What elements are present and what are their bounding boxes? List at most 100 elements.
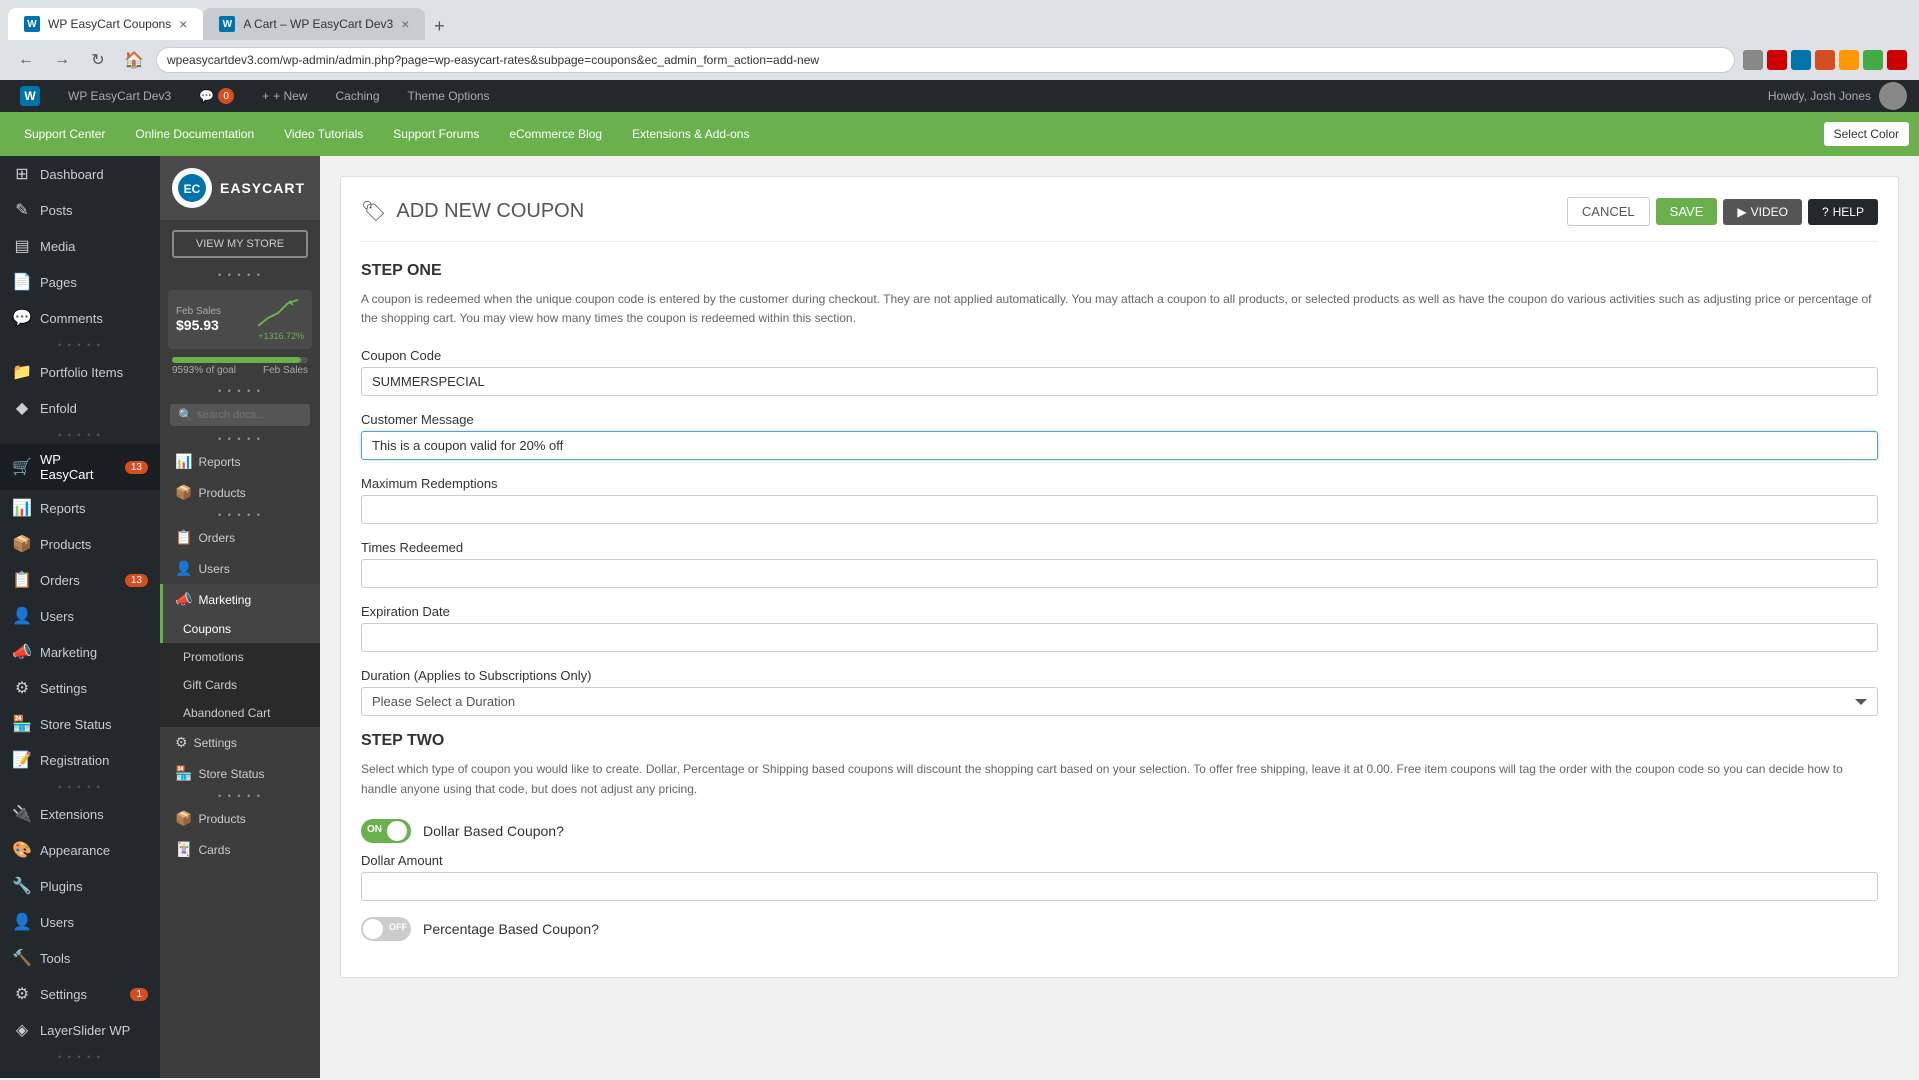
sidebar-item-users[interactable]: 👤 Users [0, 904, 160, 940]
expiration-date-input[interactable] [361, 623, 1878, 652]
sidebar-item-tools[interactable]: 🔨 Tools [0, 940, 160, 976]
percentage-coupon-row: OFF Percentage Based Coupon? [361, 917, 1878, 941]
browser-tab-inactive[interactable]: W A Cart – WP EasyCart Dev3 × [203, 8, 425, 40]
ec-top-nav-item-support[interactable]: Support Center [10, 119, 119, 149]
sidebar-item-extensions[interactable]: 🔌 Extensions [0, 796, 160, 832]
cancel-button[interactable]: CANCEL [1567, 197, 1650, 226]
sidebar-item-plugins[interactable]: 🔧 Plugins [0, 868, 160, 904]
sidebar-item-registration[interactable]: 📝 Registration [0, 742, 160, 778]
sidebar-item-settings-wp[interactable]: ⚙ Settings [0, 670, 160, 706]
ec-top-nav-item-video[interactable]: Video Tutorials [270, 119, 377, 149]
sidebar-item-layerslider[interactable]: ◈ LayerSlider WP [0, 1012, 160, 1048]
select-color-button[interactable]: Select Color [1824, 122, 1909, 146]
dollar-amount-input[interactable] [361, 872, 1878, 901]
ec-submenu-promotions[interactable]: Promotions [160, 643, 320, 671]
coupon-code-input[interactable] [361, 367, 1878, 396]
ec-nav-users[interactable]: 👤 Users [160, 553, 320, 584]
sidebar-item-orders-wp[interactable]: 📋 Orders 13 [0, 562, 160, 598]
sidebar-item-portfolio[interactable]: 📁 Portfolio Items [0, 354, 160, 390]
sidebar-item-users-wp[interactable]: 👤 Users [0, 598, 160, 634]
ec-top-nav-item-blog[interactable]: eCommerce Blog [495, 119, 616, 149]
store-status-wp-label: Store Status [40, 717, 112, 732]
ec-nav-storestatus[interactable]: 🏪 Store Status [160, 758, 320, 789]
sidebar-item-products-wp[interactable]: 📦 Products [0, 526, 160, 562]
new-content-button[interactable]: + + New [254, 80, 315, 112]
sidebar-item-wpeasycat[interactable]: 🛒 WP EasyCart 13 [0, 444, 160, 490]
percentage-coupon-toggle[interactable]: OFF [361, 917, 411, 941]
browser-tabs-bar: W WP EasyCart Coupons × W A Cart – WP Ea… [0, 0, 1919, 40]
ec-nav-settings[interactable]: ⚙ Settings [160, 727, 320, 758]
ec-orders-icon: 📋 [175, 529, 192, 546]
ec-nav-marketing[interactable]: 📣 Marketing [160, 584, 320, 615]
progress-labels: 9593% of goal Feb Sales [172, 365, 308, 376]
back-button[interactable]: ← [12, 46, 40, 74]
divider-dots-4: • • • • • [0, 1048, 160, 1066]
divider-dots-3: • • • • • [0, 778, 160, 796]
url-input[interactable] [156, 47, 1735, 73]
max-redemptions-input[interactable] [361, 495, 1878, 524]
duration-select[interactable]: Please Select a Duration Monthly Yearly … [361, 687, 1878, 716]
ec-nav-products2[interactable]: 📦 Products [160, 803, 320, 834]
sidebar-item-dashboard[interactable]: ⊞ Dashboard [0, 156, 160, 192]
sidebar-item-comments[interactable]: 💬 Comments [0, 300, 160, 336]
sidebar-item-media[interactable]: ▤ Media [0, 228, 160, 264]
tab-close-2[interactable]: × [401, 16, 409, 32]
ec-submenu-abandonedcart[interactable]: Abandoned Cart [160, 699, 320, 727]
easycart-top-nav: Support Center Online Documentation Vide… [0, 112, 1919, 156]
times-redeemed-label: Times Redeemed [361, 540, 1878, 555]
caching-button[interactable]: Caching [327, 80, 387, 112]
toggle-off-label: OFF [389, 922, 407, 932]
save-button[interactable]: SAVE [1656, 198, 1718, 225]
video-button[interactable]: ▶ VIDEO [1723, 199, 1802, 225]
settings-wp-icon: ⚙ [12, 678, 32, 698]
wp-logo-icon: W [20, 86, 40, 106]
forward-button[interactable]: → [48, 46, 76, 74]
browser-tab-active[interactable]: W WP EasyCart Coupons × [8, 8, 203, 40]
ec-submenu-coupons[interactable]: Coupons [160, 615, 320, 643]
sidebar-item-enfold[interactable]: ◆ Enfold [0, 390, 160, 426]
ec-nav-reports[interactable]: 📊 Reports [160, 446, 320, 477]
help-button[interactable]: ? HELP [1808, 199, 1878, 225]
wp-logo-button[interactable]: W [12, 80, 48, 112]
site-name-button[interactable]: WP EasyCart Dev3 [60, 80, 179, 112]
new-tab-button[interactable]: + [425, 12, 453, 40]
sidebar-item-reports[interactable]: 📊 Reports [0, 490, 160, 526]
reload-button[interactable]: ↻ [84, 46, 112, 74]
customer-message-input[interactable] [361, 431, 1878, 460]
pages-label: Pages [40, 275, 77, 290]
ec-submenu-giftcards[interactable]: Gift Cards [160, 671, 320, 699]
search-input[interactable] [197, 409, 302, 421]
enfold-label: Enfold [40, 401, 77, 416]
sidebar-item-marketing-wp[interactable]: 📣 Marketing [0, 634, 160, 670]
sidebar-item-appearance[interactable]: 🎨 Appearance [0, 832, 160, 868]
tab-title-1: WP EasyCart Coupons [48, 17, 171, 31]
view-my-store-button[interactable]: VIEW MY STORE [172, 230, 308, 258]
ec-nav-orders[interactable]: 📋 Orders [160, 522, 320, 553]
sidebar-item-store-status-wp[interactable]: 🏪 Store Status [0, 706, 160, 742]
sidebar-item-collapse[interactable]: ◀ Collapse menu [0, 1066, 160, 1078]
ec-nav-products[interactable]: 📦 Products [160, 477, 320, 508]
sidebar-item-pages[interactable]: 📄 Pages [0, 264, 160, 300]
ec-top-nav-item-forums[interactable]: Support Forums [379, 119, 493, 149]
step-one-description: A coupon is redeemed when the unique cou… [361, 290, 1878, 328]
times-redeemed-input[interactable] [361, 559, 1878, 588]
wpeasycat-label: WP EasyCart [40, 452, 117, 482]
tab-close-1[interactable]: × [179, 16, 187, 32]
theme-options-button[interactable]: Theme Options [400, 80, 498, 112]
sidebar-item-settings[interactable]: ⚙ Settings 1 [0, 976, 160, 1012]
ec-cards-label: Cards [198, 843, 230, 857]
sidebar-item-posts[interactable]: ✎ Posts [0, 192, 160, 228]
sales-widget: Feb Sales $95.93 +1316.72% [168, 290, 312, 349]
ec-top-nav-item-extensions[interactable]: Extensions & Add-ons [618, 119, 763, 149]
dollar-coupon-toggle[interactable]: ON [361, 819, 411, 843]
caching-label: Caching [335, 89, 379, 103]
ec-nav-cards[interactable]: 🃏 Cards [160, 834, 320, 865]
home-button[interactable]: 🏠 [120, 46, 148, 74]
ec-top-nav-item-docs[interactable]: Online Documentation [121, 119, 268, 149]
comments-label: Comments [40, 311, 103, 326]
dollar-amount-label: Dollar Amount [361, 853, 1878, 868]
comments-button[interactable]: 💬 0 [191, 80, 242, 112]
tab-title-2: A Cart – WP EasyCart Dev3 [243, 17, 393, 31]
easycart-search-box[interactable]: 🔍 [170, 404, 310, 426]
ec-orders-label: Orders [198, 531, 235, 545]
